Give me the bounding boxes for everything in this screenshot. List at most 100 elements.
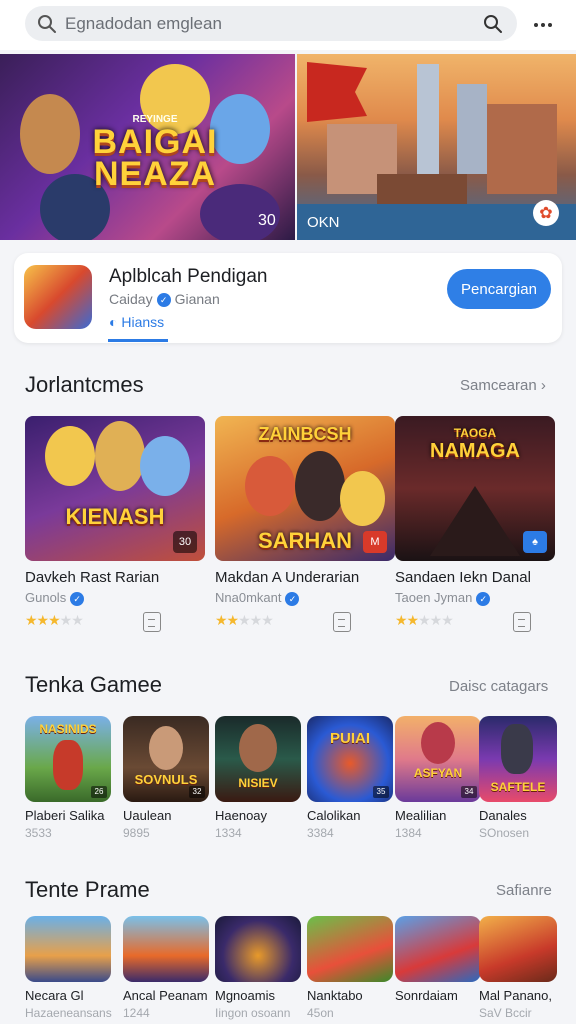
app-info-link[interactable]: ◐ Hianss <box>109 314 164 330</box>
verified-icon: ✓ <box>156 293 171 308</box>
tile-label: Ancal Peanam <box>123 988 208 1003</box>
see-all-label: Samcearan <box>460 377 537 394</box>
character-art <box>295 451 345 521</box>
tile-label: Haenoay <box>215 808 268 823</box>
game-tile[interactable]: NASINIDS 26 Plaberi Salika 3533 <box>25 716 111 840</box>
search-icon <box>38 14 56 33</box>
top-bar: Egnadodan emglean <box>0 0 576 50</box>
character-art <box>20 94 80 174</box>
download-icon[interactable] <box>333 611 351 632</box>
building-art <box>487 104 557 194</box>
character-art <box>340 471 385 526</box>
game-thumbnail: KIENASH 30 <box>25 416 205 561</box>
tile-badge: 35 <box>373 786 389 798</box>
verified-icon: ✓ <box>285 591 300 606</box>
tile-image <box>395 916 481 982</box>
game-tile[interactable]: PUIAI 35 Calolikan 3384 <box>307 716 393 840</box>
search-bar[interactable]: Egnadodan emglean <box>25 6 517 41</box>
search-submit-icon[interactable] <box>483 14 503 34</box>
tile-image: ASFYAN 34 <box>395 716 481 802</box>
tile-label: Calolikan <box>307 808 361 823</box>
game-developer: Taoen Jyman ✓ <box>395 590 576 606</box>
tile-count: Iingon osoann <box>215 1006 291 1020</box>
search-app-button[interactable]: Pencargian <box>447 269 551 309</box>
game-tile[interactable]: Ancal Peanam 1244 <box>123 916 209 1020</box>
thumbnail-badge: 30 <box>173 531 197 553</box>
game-tile[interactable]: SOVNULS 32 Uaulean 9895 <box>123 716 209 840</box>
game-tile[interactable]: Necara Gl Hazaeneansans <box>25 916 112 1020</box>
character-art <box>95 421 145 491</box>
developer-name: Gunols <box>25 590 67 605</box>
character-art <box>140 436 190 496</box>
verified-icon: ✓ <box>476 591 491 606</box>
game-card[interactable]: KIENASH 30 Davkeh Rast Rarian Gunols ✓ ★★… <box>25 416 207 634</box>
app-name: Aplblcah Pendigan <box>109 266 268 287</box>
tile-count: SaV Bccir <box>479 1006 532 1020</box>
character-art <box>149 726 183 770</box>
tile-label: Sonrdaiam <box>395 988 458 1003</box>
tile-image <box>479 916 557 982</box>
star-rating: ★★★★★ <box>395 611 454 628</box>
game-tile[interactable]: Nanktabo 45on <box>307 916 393 1020</box>
game-tile[interactable]: Mal Panano, SaV Bccir <box>479 916 557 1020</box>
thumbnail-title: KIENASH <box>65 504 165 529</box>
featured-app-card[interactable]: Aplblcah Pendigan Caiday ✓ Gianan ◐ Hianss… <box>14 253 562 343</box>
tile-image <box>215 916 301 982</box>
app-developer: Caiday ✓ Gianan <box>109 291 220 308</box>
game-tile[interactable]: Sonrdaiam <box>395 916 481 1006</box>
tent-art <box>430 486 520 556</box>
info-icon: ◐ <box>109 314 118 330</box>
game-card[interactable]: TAOGA NAMAGA ♠ Sandaen Iekn Danal Taoen … <box>395 416 576 634</box>
tower-art <box>457 84 487 174</box>
promo-banner-1[interactable]: REYINGE BAIGAI NEAZA 30 <box>0 54 295 240</box>
download-icon[interactable] <box>143 611 161 632</box>
tile-label: Danales <box>479 808 527 823</box>
developer-name: Taoen Jyman <box>395 590 473 605</box>
tile-badge: 32 <box>189 786 205 798</box>
app-icon <box>24 265 92 329</box>
tile-image-title: SOVNULS <box>134 772 198 787</box>
tile-count: 1244 <box>123 1006 150 1020</box>
star-rating: ★★★★★ <box>25 611 84 628</box>
game-name: Sandaen Iekn Danal <box>395 569 531 586</box>
developer-name: Nna0mkant <box>215 590 282 605</box>
star-rating: ★★★★★ <box>215 611 274 628</box>
character-art <box>53 740 83 790</box>
tile-count: 1334 <box>215 826 242 840</box>
section-see-all-link[interactable]: Samcearan › <box>460 377 546 394</box>
tile-label: Mealilian <box>395 808 447 823</box>
promo-banner-2[interactable]: OKN ✿ <box>297 54 576 240</box>
tile-label: Nanktabo <box>307 988 363 1003</box>
tile-count: Hazaeneansans <box>25 1006 112 1020</box>
tab-underline <box>108 339 168 342</box>
tile-count: 1384 <box>395 826 422 840</box>
tile-label: Plaberi Salika <box>25 808 105 823</box>
more-options-icon[interactable] <box>532 14 554 36</box>
gear-badge-icon[interactable]: ✿ <box>533 200 559 226</box>
section-see-all-link[interactable]: Safianre <box>496 882 552 899</box>
tile-count: 3384 <box>307 826 334 840</box>
game-tile[interactable]: SAFTELE Danales SOnosen <box>479 716 557 840</box>
game-card[interactable]: ZAINBCSH SARHAN M Makdan A Underarian Nn… <box>215 416 397 634</box>
tile-label: Necara Gl <box>25 988 84 1003</box>
banner-tag: 30 <box>258 212 276 229</box>
rating-row: ★★★★★ <box>395 611 576 634</box>
search-input[interactable]: Egnadodan emglean <box>65 14 483 34</box>
thumbnail-badge: M <box>363 531 387 553</box>
rating-row: ★★★★★ <box>25 611 207 634</box>
flag-art <box>307 62 367 122</box>
game-developer: Gunols ✓ <box>25 590 207 606</box>
banner-title: BAIGAI NEAZA <box>92 123 218 193</box>
tile-label: Mal Panano, <box>479 988 552 1003</box>
tile-count: SOnosen <box>479 826 530 840</box>
banner-tag: OKN <box>307 214 340 231</box>
tile-label: Mgnoamis <box>215 988 275 1003</box>
game-tile[interactable]: ASFYAN 34 Mealilian 1384 <box>395 716 481 840</box>
game-tile[interactable]: Mgnoamis Iingon osoann <box>215 916 301 1020</box>
thumbnail-title: NAMAGA <box>430 440 520 462</box>
tile-image <box>123 916 209 982</box>
rating-row: ★★★★★ <box>215 611 397 634</box>
game-tile[interactable]: NISIEV Haenoay 1334 <box>215 716 301 840</box>
section-see-all-link[interactable]: Daisc catagars <box>449 678 548 695</box>
download-icon[interactable] <box>513 611 531 632</box>
